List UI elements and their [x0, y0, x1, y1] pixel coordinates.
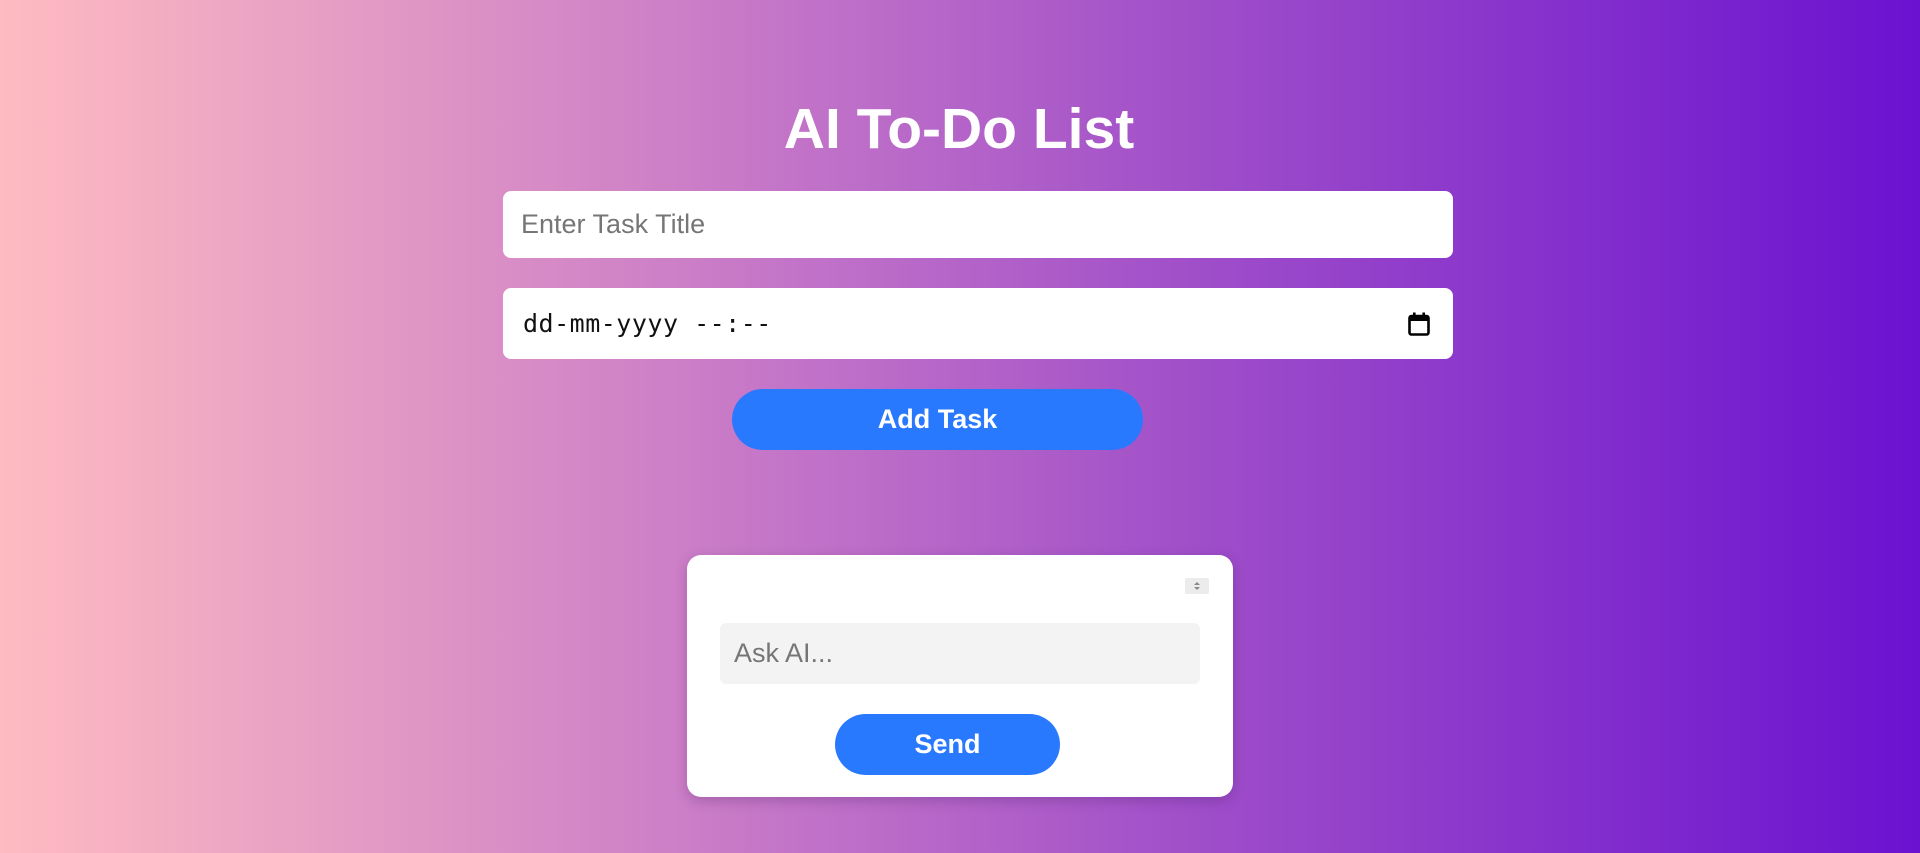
ask-ai-input[interactable]: [720, 623, 1200, 684]
resize-handle-icon[interactable]: [1185, 578, 1209, 594]
calendar-icon[interactable]: [1408, 312, 1430, 336]
datetime-placeholder-text: dd-mm-yyyy --:--: [523, 309, 772, 338]
page-title: AI To-Do List: [783, 97, 1135, 161]
ai-chat-panel: Send: [687, 555, 1233, 797]
task-title-input[interactable]: [503, 191, 1453, 258]
add-task-button[interactable]: Add Task: [732, 389, 1143, 450]
send-button[interactable]: Send: [835, 714, 1060, 775]
task-datetime-input[interactable]: dd-mm-yyyy --:--: [503, 288, 1453, 359]
